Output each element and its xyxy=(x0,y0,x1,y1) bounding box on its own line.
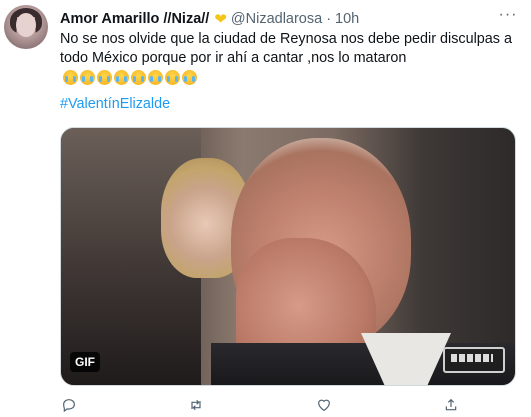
emoji-group xyxy=(63,69,197,85)
tweet-text: No se nos olvide que la ciudad de Reynos… xyxy=(60,30,520,87)
share-icon[interactable] xyxy=(442,396,460,414)
retweet-icon[interactable] xyxy=(187,396,205,414)
avatar[interactable] xyxy=(4,5,48,49)
display-name[interactable]: Amor Amarillo //Niza// xyxy=(60,11,209,27)
gif-media[interactable]: GIF xyxy=(60,127,516,386)
like-icon[interactable] xyxy=(315,396,333,414)
loudly-crying-face-icon xyxy=(114,69,129,85)
loudly-crying-face-icon xyxy=(63,69,78,85)
avatar-face xyxy=(16,13,36,37)
hashtag-link[interactable]: #ValentínElizalde xyxy=(60,96,170,112)
reply-icon[interactable] xyxy=(60,396,78,414)
timestamp[interactable]: 10h xyxy=(335,11,359,27)
loudly-crying-face-icon xyxy=(148,69,163,85)
tweet-header: Amor Amarillo //Niza// ❤ @Nizadlarosa · … xyxy=(60,9,491,29)
loudly-crying-face-icon xyxy=(97,69,112,85)
loudly-crying-face-icon xyxy=(80,69,95,85)
tweet-body: No se nos olvide que la ciudad de Reynos… xyxy=(60,31,513,66)
user-handle[interactable]: @Nizadlarosa xyxy=(231,11,322,27)
loudly-crying-face-icon xyxy=(131,69,146,85)
loudly-crying-face-icon xyxy=(182,69,197,85)
loudly-crying-face-icon xyxy=(165,69,180,85)
gif-badge: GIF xyxy=(70,352,100,372)
tweet-actions xyxy=(60,396,460,414)
yellow-heart-icon: ❤ xyxy=(214,11,227,28)
more-options-icon[interactable]: ··· xyxy=(495,6,521,28)
divx-logo xyxy=(443,347,505,373)
separator: · xyxy=(326,11,332,27)
